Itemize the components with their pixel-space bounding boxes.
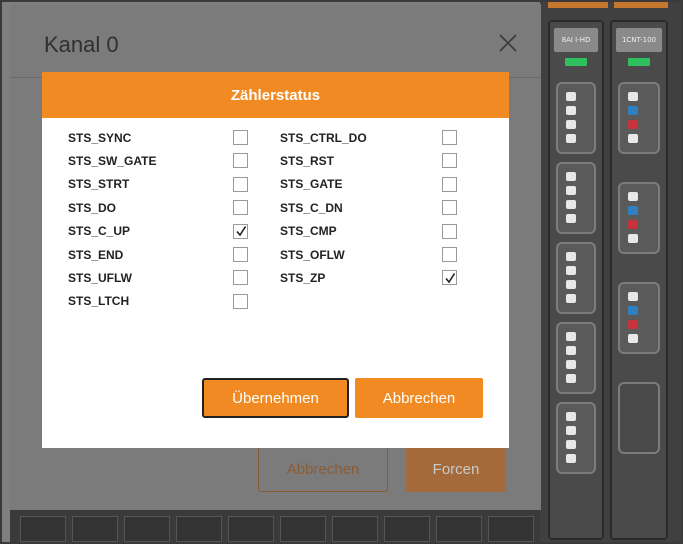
status-label: STS_UFLW [68,271,133,286]
status-checkbox[interactable] [442,223,457,239]
status-row: STS_END [68,243,254,266]
terminal-block [618,182,660,254]
status-checkbox[interactable] [442,130,457,145]
rack-strip [614,0,668,8]
module-label: 1CNT-100 [616,28,662,52]
status-led [628,58,650,66]
channel-dialog-title: Kanal 0 [44,32,119,57]
force-button[interactable]: Forcen [406,446,506,492]
bottom-slot-strip [10,510,540,544]
status-checkbox[interactable] [233,200,248,216]
status-label: STS_CMP [280,224,337,239]
status-column-left: STS_SYNC STS_SW_GATE STS_STRT STS_DO STS_C_U… [68,126,254,313]
module-1cnt[interactable]: 1CNT-100 [610,20,668,540]
status-label: STS_C_UP [68,224,131,239]
status-checkbox[interactable] [442,246,457,262]
module-label: 8AI I-HD [554,28,598,52]
status-row: STS_CMP [280,220,460,243]
counter-status-dialog: Zählerstatus STS_SYNC STS_SW_GATE STS_STRT… [42,72,509,448]
terminal-block [556,162,596,234]
status-label: STS_STRT [68,177,130,192]
rack-strip [548,0,608,8]
status-label: STS_RST [280,154,335,169]
status-row: STS_C_DN [280,196,460,219]
status-checkbox[interactable] [233,130,248,145]
status-label: STS_C_DN [280,200,343,215]
status-checkbox[interactable] [442,200,457,216]
status-row: STS_CTRL_DO [280,126,460,149]
channel-dialog-header: Kanal 0 [10,4,541,78]
status-led [565,58,587,66]
status-row: STS_DO [68,196,254,219]
status-label: STS_OFLW [280,247,345,262]
status-label: STS_GATE [280,177,343,192]
status-label: STS_DO [68,200,117,215]
status-row: STS_LTCH [68,290,254,313]
status-row: STS_OFLW [280,243,460,266]
status-column-right: STS_CTRL_DO STS_RST STS_GATE STS_C_DN STS_CM… [280,126,460,290]
module-8ai[interactable]: 8AI I-HD [548,20,604,540]
terminal-block [556,402,596,474]
status-label: STS_SW_GATE [68,154,157,169]
status-checkbox[interactable] [233,153,248,169]
status-checkbox[interactable] [233,293,248,309]
check-icon [235,226,246,237]
apply-button[interactable]: Übernehmen [202,378,349,418]
terminal-block [556,82,596,154]
cancel-button[interactable]: Abbrechen [355,378,483,418]
hardware-rack: 8AI I-HD 1CNT-100 [540,0,683,544]
status-checkbox[interactable] [233,270,248,286]
status-row: STS_UFLW [68,266,254,289]
counter-status-header: Zählerstatus [42,72,509,118]
status-row: STS_SW_GATE [68,149,254,172]
terminal-block [618,382,660,454]
status-checkbox[interactable] [233,223,248,239]
terminal-block [556,322,596,394]
status-checkbox[interactable] [442,153,457,169]
status-label: STS_SYNC [68,130,132,145]
close-icon[interactable] [497,32,519,54]
status-row: STS_RST [280,149,460,172]
terminal-block [618,282,660,354]
status-checkbox[interactable] [233,246,248,262]
status-row: STS_GATE [280,173,460,196]
check-icon [444,272,455,284]
status-checkbox[interactable] [442,176,457,192]
terminal-block [618,82,660,154]
status-row: STS_C_UP [68,220,254,243]
status-label: STS_END [68,247,124,262]
status-label: STS_CTRL_DO [280,130,367,145]
channel-cancel-button[interactable]: Abbrechen [258,446,388,492]
status-label: STS_LTCH [68,294,130,309]
status-row: STS_SYNC [68,126,254,149]
status-checkbox[interactable] [442,270,457,286]
status-checkbox[interactable] [233,176,248,192]
terminal-block [556,242,596,314]
status-row: STS_STRT [68,173,254,196]
status-label: STS_ZP [280,271,326,286]
counter-status-title: Zählerstatus [230,86,321,104]
status-row: STS_ZP [280,266,460,289]
